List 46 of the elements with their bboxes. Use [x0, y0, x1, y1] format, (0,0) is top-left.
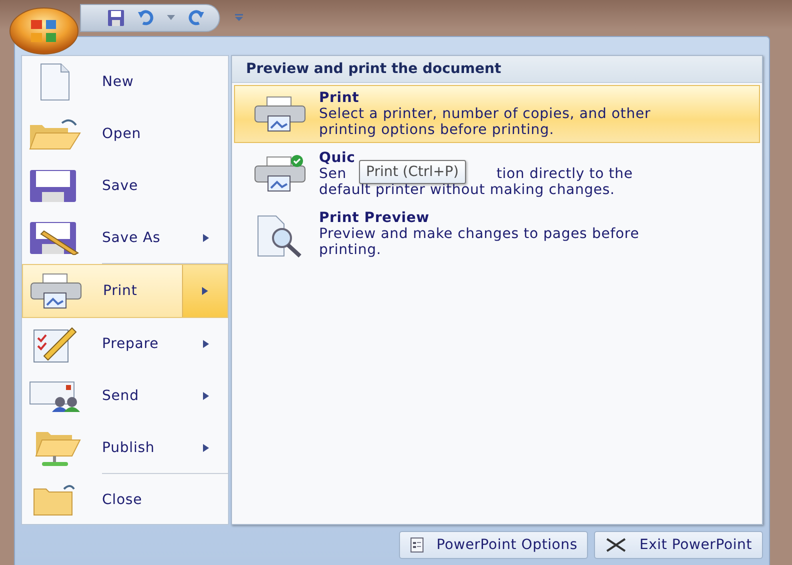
submenu-item[interactable]: Print Preview Preview and make changes to pages before printing.: [234, 205, 760, 263]
menu-item-label: Publish: [101, 440, 156, 456]
menu-item-label: New: [101, 74, 135, 90]
printer-check-icon: [253, 154, 307, 192]
menu-item[interactable]: Send: [22, 370, 228, 422]
submenu-item[interactable]: Print Select a printer, number of copies, and other printing options before printing.: [234, 85, 760, 143]
submenu-arrow-icon: [203, 340, 209, 348]
undo-icon[interactable]: [137, 9, 155, 27]
printer-icon: [253, 94, 307, 132]
folder-icon: [28, 117, 82, 151]
submenu-arrow-icon: [203, 444, 209, 452]
submenu-arrow-icon: [203, 234, 209, 242]
submenu-item-description: Select a printer, number of copies, and other printing options before printing.: [319, 106, 652, 138]
exit-button[interactable]: Exit PowerPoint: [594, 531, 763, 559]
menu-item-label: Prepare: [101, 336, 160, 352]
menu-item-label: Open: [101, 126, 142, 142]
submenu-item-description: Preview and make changes to pages before printing.: [319, 226, 640, 258]
menu-item-label: Send: [101, 388, 140, 404]
menu-item[interactable]: Save: [22, 160, 228, 212]
menu-item[interactable]: New: [22, 56, 228, 108]
close-icon: [605, 538, 628, 552]
menu-item-label: Save: [101, 178, 139, 194]
menu-item[interactable]: Print: [22, 264, 228, 318]
envelope-people-icon: [28, 380, 82, 412]
menu-item-label: Print: [102, 283, 138, 299]
menu-item[interactable]: Close: [22, 474, 228, 526]
printer-icon: [29, 273, 83, 309]
menu-item[interactable]: Open: [22, 108, 228, 160]
submenu-heading: Preview and print the document: [232, 56, 762, 83]
submenu-arrow-icon: [202, 287, 208, 295]
menu-item-label: Save As: [101, 230, 162, 246]
menu-item[interactable]: Prepare: [22, 318, 228, 370]
tooltip: Print (Ctrl+P): [359, 160, 466, 184]
caret-icon[interactable]: [167, 15, 175, 21]
redo-icon[interactable]: [187, 9, 205, 27]
submenu-item-description: default printer without making changes.: [319, 182, 616, 198]
options-button[interactable]: PowerPoint Options: [399, 531, 588, 559]
submenu-item-description: Sen: [319, 166, 346, 182]
options-icon: [410, 537, 424, 553]
submenu-item-title: Print Preview: [319, 210, 430, 226]
submenu-arrow-icon: [203, 392, 209, 400]
menu-item[interactable]: Save As: [22, 212, 228, 264]
submenu-item-description: tion directly to the: [496, 166, 633, 182]
menu-item[interactable]: Publish: [22, 422, 228, 474]
menu-item-label: Close: [101, 492, 144, 508]
submenu-item-title: Print: [319, 90, 360, 106]
